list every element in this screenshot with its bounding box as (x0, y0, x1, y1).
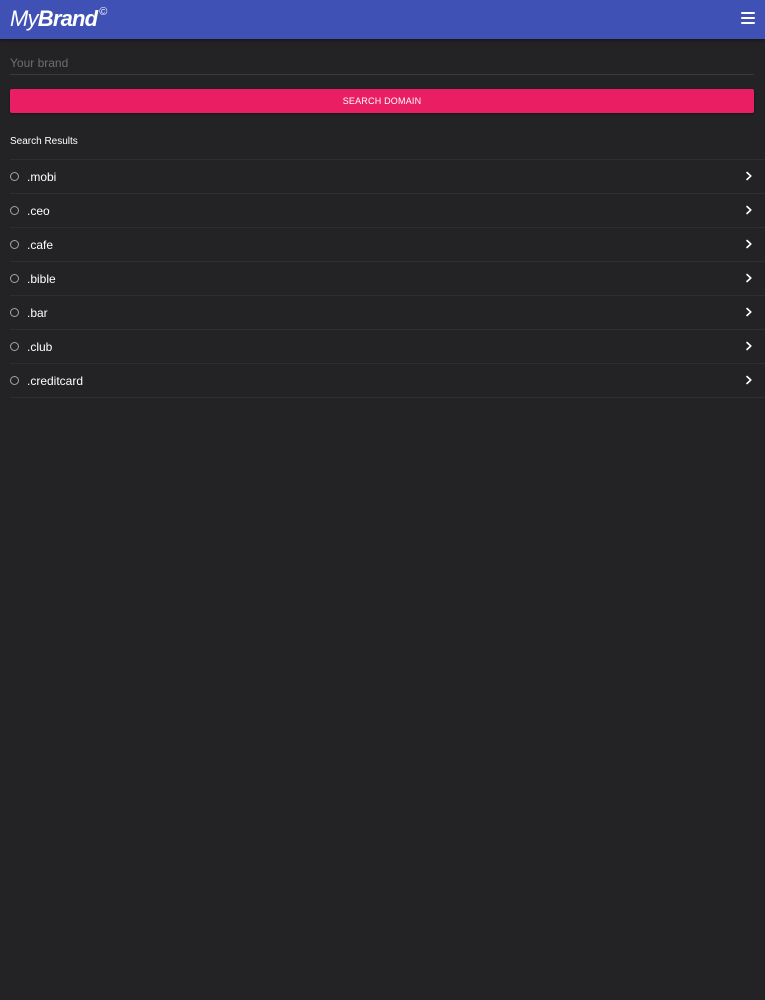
domain-extension-label: .creditcard (27, 374, 84, 388)
domain-extension-label: .ceo (27, 204, 50, 218)
chevron-right-icon (746, 171, 752, 181)
logo-text-light: My (10, 6, 39, 31)
domain-extension-label: .mobi (27, 170, 57, 184)
radio-button-icon[interactable] (10, 342, 19, 351)
result-item-ceo[interactable]: .ceo (10, 194, 765, 228)
search-domain-button[interactable]: SEARCH DOMAIN (10, 89, 754, 113)
result-item-bar[interactable]: .bar (10, 296, 765, 330)
brand-logo: My Brand © (10, 5, 107, 35)
radio-button-icon[interactable] (10, 240, 19, 249)
result-item-club[interactable]: .club (10, 330, 765, 364)
app-root: My Brand © SEARCH DOMAIN Search Results … (0, 0, 765, 1000)
chevron-right-icon (746, 375, 752, 385)
copyright-mark: © (99, 6, 107, 18)
domain-extension-label: .bar (27, 306, 48, 320)
result-item-cafe[interactable]: .cafe (10, 228, 765, 262)
chevron-right-icon (746, 273, 752, 283)
chevron-right-icon (746, 307, 752, 317)
radio-button-icon[interactable] (10, 308, 19, 317)
chevron-right-icon (746, 205, 752, 215)
domain-extension-label: .club (27, 340, 53, 354)
brand-search-input[interactable] (10, 51, 754, 75)
top-app-bar: My Brand © (0, 0, 765, 39)
domain-extension-label: .bible (27, 272, 56, 286)
chevron-right-icon (746, 239, 752, 249)
result-item-creditcard[interactable]: .creditcard (10, 364, 765, 398)
logo-text-bold: Brand (37, 6, 98, 31)
search-results-list: .mobi .ceo .cafe .bible .bar .club .cred… (10, 159, 765, 398)
domain-extension-label: .cafe (27, 238, 54, 252)
hamburger-menu-icon[interactable] (741, 12, 755, 25)
result-item-mobi[interactable]: .mobi (10, 160, 765, 194)
radio-button-icon[interactable] (10, 172, 19, 181)
radio-button-icon[interactable] (10, 206, 19, 215)
radio-button-icon[interactable] (10, 376, 19, 385)
search-results-heading: Search Results (10, 136, 78, 147)
radio-button-icon[interactable] (10, 274, 19, 283)
chevron-right-icon (746, 341, 752, 351)
result-item-bible[interactable]: .bible (10, 262, 765, 296)
